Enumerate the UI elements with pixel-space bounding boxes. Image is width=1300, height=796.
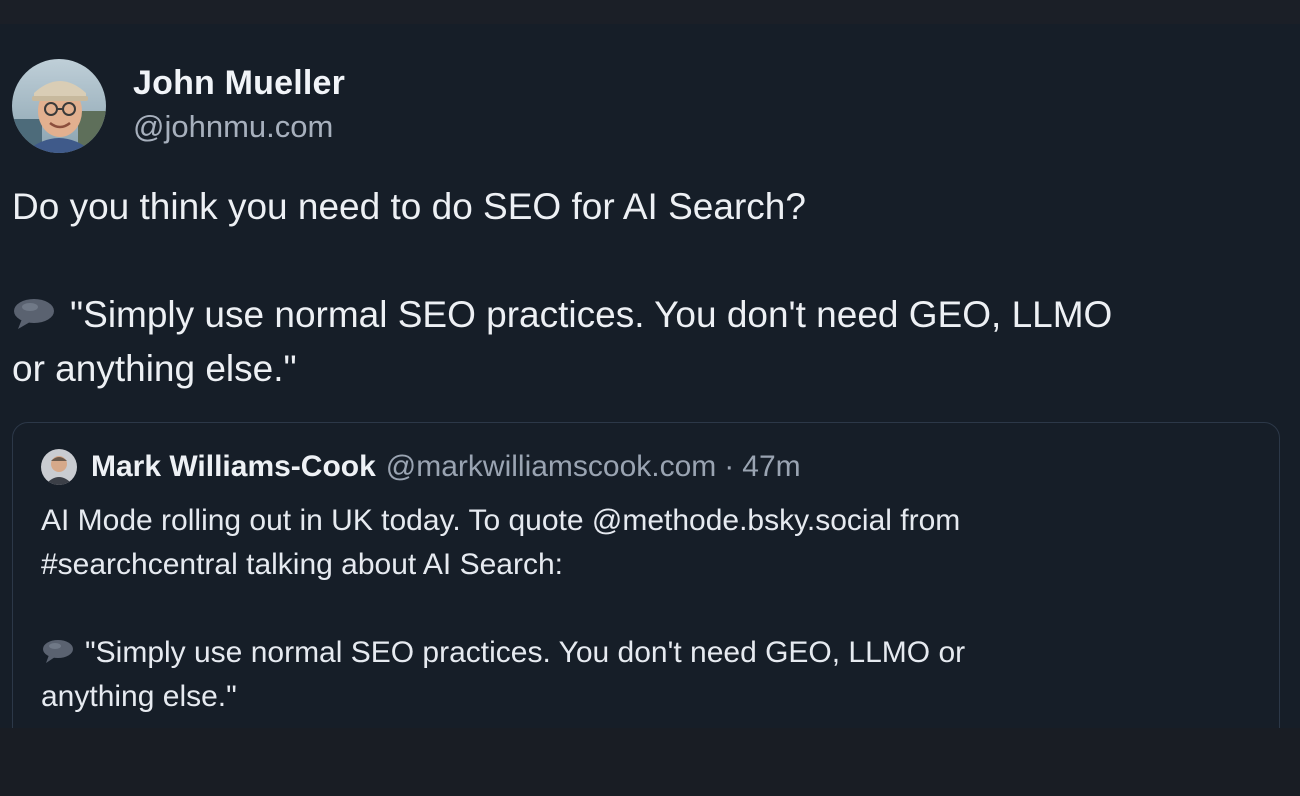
quoted-text-line: AI Mode rolling out in UK today. To quot… [41,504,961,537]
author-display-name[interactable]: John Mueller [133,61,345,105]
speech-bubble-icon [41,633,75,663]
post: John Mueller @johnmu.com Do you think yo… [0,24,1300,728]
quoted-quote-line: "Simply use normal SEO practices. You do… [41,631,1241,675]
profile-photo [12,59,106,153]
post-text-line: Do you think you need to do SEO for AI S… [12,186,806,227]
quoted-post-text: AI Mode rolling out in UK today. To quot… [41,499,1241,719]
quoted-post-header: Mark Williams-Cook @markwilliamscook.com… [41,449,801,485]
author-handle[interactable]: @johnmu.com [133,106,345,148]
author-avatar[interactable] [12,59,106,153]
separator-dot: · [724,450,735,483]
post-quote-line: "Simply use normal SEO practices. You do… [12,288,1292,342]
speech-bubble-icon [12,292,56,329]
quoted-quote-text: "Simply use normal SEO practices. You do… [85,636,966,669]
bottom-bar [0,728,1300,796]
quoted-author-name[interactable]: Mark Williams-Cook [91,450,376,484]
quoted-post-card[interactable]: Mark Williams-Cook @markwilliamscook.com… [12,422,1280,728]
top-bar [0,0,1300,24]
quoted-post-timestamp[interactable]: 47m [742,450,800,484]
quoted-quote-line-2: anything else." [41,680,237,713]
post-quote-text: "Simply use normal SEO practices. You do… [70,294,1113,335]
quoted-author-avatar[interactable] [41,449,77,485]
post-author[interactable]: John Mueller @johnmu.com [12,59,345,153]
quoted-text-line: #searchcentral talking about AI Search: [41,548,563,581]
post-text: Do you think you need to do SEO for AI S… [12,180,1292,396]
quoted-author-handle[interactable]: @markwilliamscook.com [386,450,717,484]
post-quote-line-2: or anything else." [12,348,297,389]
